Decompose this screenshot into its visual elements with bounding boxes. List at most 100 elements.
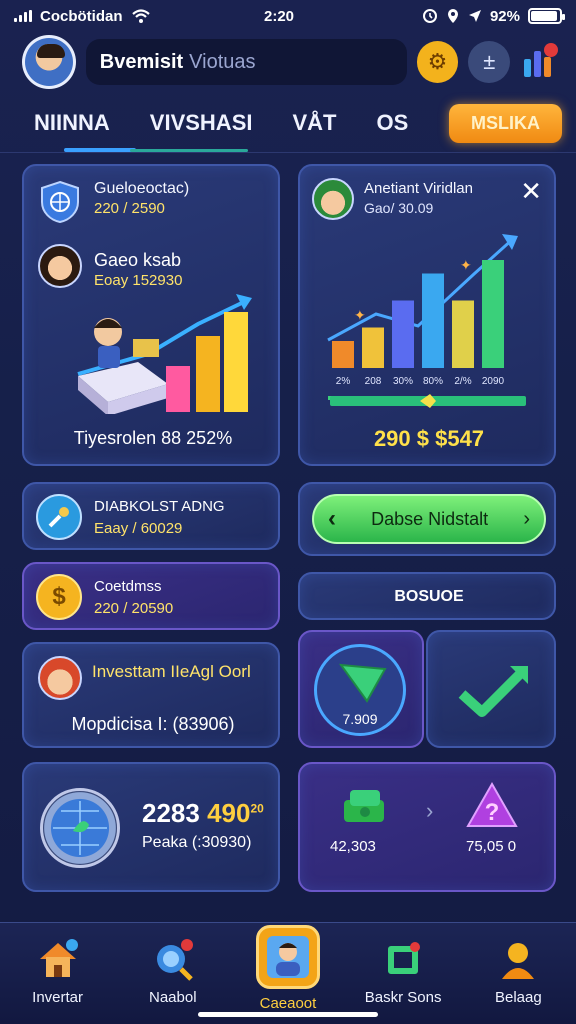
portfolio-footer: Tiyesrolen 88 252%	[73, 428, 233, 448]
bar-chart-icon	[524, 59, 532, 77]
global-value-main: 2283	[142, 798, 200, 828]
search-placeholder: Viotuas	[189, 50, 256, 73]
analytics-title: Anetiant Viridlan	[364, 180, 473, 197]
nav-belaag[interactable]: Belaag	[468, 935, 568, 1006]
chart-tick-label: 30%	[393, 376, 413, 387]
nav-label: Invertar	[32, 989, 84, 1006]
nav-naabol[interactable]: Naabol	[123, 935, 223, 1006]
globe-icon	[40, 788, 120, 868]
analytics-total: 290 $ $547	[373, 426, 485, 451]
navigation-icon	[468, 10, 481, 22]
profile-icon	[255, 925, 320, 989]
stats-card[interactable]: 42,303 › ? 75,05 0	[298, 762, 556, 892]
coin-icon: $	[36, 574, 82, 620]
investment-sub: Mopdicisa I: (83906)	[71, 714, 235, 734]
analytics-card[interactable]: Anetiant Viridlan Gao/ 30.09 ✕ ✦ ✦ 2% 208…	[298, 164, 556, 466]
sparkle-icon: ✦	[354, 307, 366, 323]
checkmark-card[interactable]	[426, 630, 556, 748]
arrow-marker-icon	[420, 394, 436, 408]
global-card[interactable]: 2283 49020 Peaka (:30930)	[22, 762, 280, 892]
portfolio-card[interactable]: Gueloeoctac) 220 / 2590 Gaeo ksab Eoay 1…	[22, 164, 280, 466]
tab-vivshasi[interactable]: VIVSHASI	[129, 100, 273, 152]
person-avatar	[38, 244, 82, 288]
cash-stack-icon	[344, 790, 384, 822]
nav-baskr-sons[interactable]: Baskr Sons	[353, 935, 453, 1006]
bosuoe-card[interactable]: BOSUOE	[298, 572, 556, 620]
chart-bar	[362, 327, 384, 368]
swap-button[interactable]: ±	[468, 41, 511, 83]
nav-label: Naabol	[149, 989, 197, 1006]
chart-tick-label: 2%	[336, 376, 351, 387]
status-bar: Cocbötidan 2:20 92%	[0, 0, 576, 32]
wrench-icon	[48, 507, 69, 528]
diagnostic-title: DIABKOLST ADNG	[94, 498, 225, 515]
nav-caeaoot[interactable]: Caeaoot	[238, 925, 338, 1012]
investment-title: Investtam IIeAgl Oorl	[92, 662, 251, 681]
swap-icon: ±	[483, 49, 496, 74]
settings-button[interactable]: ⚙	[416, 41, 459, 83]
diagnostic-card[interactable]: DIABKOLST ADNG Eaay / 60029	[22, 482, 280, 550]
coins-sub: 220 / 20590	[94, 600, 174, 617]
search-text: Bvemisit	[99, 50, 184, 73]
arrow-up-icon	[338, 663, 387, 703]
bosuoe-label: BOSUOE	[394, 588, 464, 605]
bar-chart-icon-bar	[534, 51, 542, 77]
investment-illustration	[77, 294, 252, 414]
investor-avatar	[38, 656, 82, 700]
investment-card[interactable]: Investtam IIeAgl Oorl Mopdicisa I: (8390…	[22, 642, 280, 748]
portfolio-sub: 220 / 2590	[94, 200, 165, 217]
balance-button[interactable]: ‹ Dabse Nidstalt ›	[312, 494, 546, 544]
coins-card[interactable]: $ Coetdmss 220 / 20590	[22, 562, 280, 630]
analyst-avatar	[312, 178, 354, 220]
bar-chart-icon-bar	[544, 57, 552, 77]
global-value-accent: 490	[207, 798, 251, 828]
location-icon	[447, 9, 458, 23]
clock: 2:20	[264, 7, 295, 25]
growth-badge: 7.909	[314, 644, 406, 736]
person-title: Gaeo ksab	[94, 250, 182, 270]
wifi-icon	[131, 9, 150, 23]
app-header: Bvemisit Viotuas ⚙ ±	[22, 34, 562, 90]
tab-niinna[interactable]: NIINNA	[14, 100, 136, 152]
avatar[interactable]	[22, 35, 76, 89]
divider	[0, 152, 576, 153]
chart-bar	[422, 273, 444, 368]
chart-bar	[482, 260, 504, 368]
analytics-chart: ✦ ✦ 2% 208 30% 80% 2/% 2090	[327, 234, 524, 400]
chevron-right-icon: ›	[426, 798, 434, 823]
global-value: 2283 49020	[142, 798, 264, 829]
stats-left: 42,303	[330, 838, 376, 855]
search-input[interactable]: Bvemisit Viotuas	[85, 39, 407, 85]
nav-invertar[interactable]: Invertar	[8, 935, 108, 1006]
chart-tick-label: 2/%	[454, 376, 471, 387]
gear-icon: ⚙	[427, 49, 448, 74]
shield-icon	[38, 180, 82, 224]
nav-label: Baskr Sons	[364, 989, 442, 1006]
global-superscript: 20	[250, 801, 264, 816]
chart-tick-label: 80%	[423, 376, 443, 387]
nav-label: Belaag	[494, 989, 542, 1006]
analytics-sub: Gao/ 30.09	[364, 200, 434, 216]
nav-label: Caeaoot	[259, 995, 317, 1012]
growth-badge-card[interactable]: 7.909	[298, 630, 424, 748]
refresh-icon	[379, 935, 427, 983]
tab-vat[interactable]: VÅT	[272, 100, 356, 146]
diagnostic-sub: Eaay / 60029	[94, 520, 183, 537]
mslika-button[interactable]: MSLIKA	[449, 103, 562, 143]
chart-bar	[452, 300, 474, 368]
chart-tick-label: 208	[365, 376, 382, 387]
chevron-left-icon: ‹	[328, 505, 336, 532]
tab-os[interactable]: OS	[356, 100, 428, 146]
notification-badge	[544, 43, 559, 57]
balance-button-label: Dabse Nidstalt	[371, 508, 489, 529]
carrier-name: Cocbötidan	[40, 7, 123, 25]
home-indicator[interactable]	[198, 1012, 378, 1017]
bottom-nav: Invertar Naabol Caeaoot Baskr Sons Belaa…	[0, 922, 576, 1024]
home-icon	[34, 935, 82, 983]
chevron-right-icon: ›	[523, 507, 530, 530]
stats-button[interactable]	[520, 41, 562, 83]
coins-title: Coetdmss	[94, 578, 162, 595]
global-sub: Peaka (:30930)	[142, 834, 252, 851]
portfolio-title: Gueloeoctac)	[94, 180, 190, 197]
close-button[interactable]: ✕	[520, 176, 542, 207]
